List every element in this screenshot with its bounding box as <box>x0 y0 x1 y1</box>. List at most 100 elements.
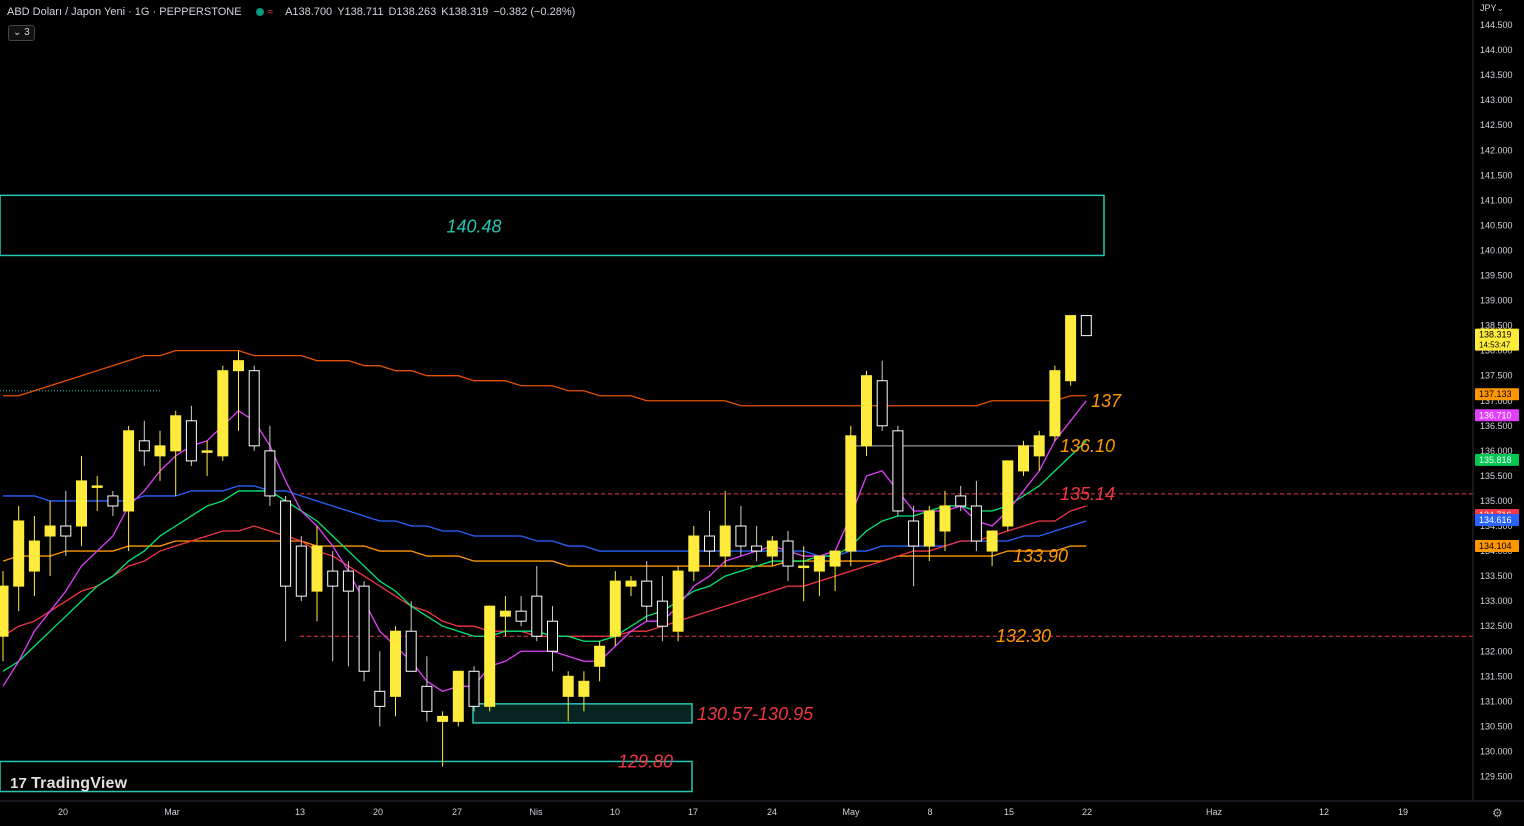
candle-body <box>421 685 433 712</box>
price-label-text: 137.133 <box>1479 389 1512 399</box>
time-tick-label: 12 <box>1319 807 1329 817</box>
candle-body <box>939 505 951 532</box>
price-chart[interactable]: 140.48 137 136.10 135.14 133.90 132.30 130.57-… <box>0 0 1524 826</box>
chart-annotation: 140.48 <box>446 216 501 236</box>
low-value: D138.263 <box>388 6 437 18</box>
price-axis-label: 138.31914:53:47 <box>1475 328 1519 351</box>
candle-body <box>1033 435 1045 457</box>
support-resistance-zone <box>0 194 1105 257</box>
price-tick-label: 139.000 <box>1480 296 1513 306</box>
price-label-text: 136.710 <box>1479 410 1512 420</box>
time-tick-label: 8 <box>927 807 932 817</box>
time-tick-label: 19 <box>1398 807 1408 817</box>
candle-body <box>515 610 527 622</box>
candle-body <box>327 570 339 587</box>
price-label-text: 134.616 <box>1479 515 1512 525</box>
tradingview-mark-icon: 17 <box>10 775 28 792</box>
candle-body <box>13 520 25 587</box>
time-tick-label: May <box>842 807 860 817</box>
price-tick-label: 137.500 <box>1480 371 1513 381</box>
candle <box>484 605 496 712</box>
price-tick-label: 130.500 <box>1480 721 1513 731</box>
symbol-header: ABD Doları / Japon Yeni · 1G · PEPPERSTO… <box>7 6 575 18</box>
candle-body <box>374 690 386 707</box>
logo-text: TradingView <box>31 775 128 792</box>
candle-body <box>28 540 40 572</box>
price-tick-label: 142.000 <box>1480 145 1513 155</box>
price-tick-label: 140.000 <box>1480 245 1513 255</box>
price-axis-label: 134.616 <box>1475 513 1519 526</box>
price-tick-label: 132.500 <box>1480 621 1513 631</box>
candle <box>892 425 904 516</box>
price-tick-label: 132.000 <box>1480 646 1513 656</box>
chart-annotation: 132.30 <box>996 626 1051 646</box>
candle-body <box>609 580 621 637</box>
time-tick-label: 24 <box>767 807 777 817</box>
chart-annotation: 136.10 <box>1060 436 1115 456</box>
candle <box>452 670 464 727</box>
candle-body <box>1002 460 1014 527</box>
price-label-countdown: 14:53:47 <box>1479 341 1511 350</box>
candle-body <box>1049 370 1061 437</box>
time-tick-label: 13 <box>295 807 305 817</box>
candle-body <box>468 670 480 707</box>
candle <box>609 571 621 647</box>
candle-body <box>562 675 574 697</box>
time-tick-label: 27 <box>452 807 462 817</box>
candle <box>248 365 260 451</box>
candle-body <box>499 610 511 617</box>
candle-body <box>704 535 715 552</box>
candle-body <box>138 440 150 452</box>
candle-body <box>672 570 684 632</box>
settings-gear-icon[interactable]: ⚙ <box>1492 806 1503 820</box>
time-tick-label: 20 <box>373 807 383 817</box>
candle-body <box>358 585 370 672</box>
candle-body <box>1065 315 1077 382</box>
candle-body <box>201 450 213 453</box>
candle-body <box>44 525 56 537</box>
price-tick-label: 135.500 <box>1480 471 1513 481</box>
price-axis-label: 136.710 <box>1475 409 1519 422</box>
candle-body <box>719 525 731 557</box>
price-tick-label: 144.500 <box>1480 20 1513 30</box>
currency-button[interactable]: JPY⌄ <box>1480 3 1504 14</box>
candle-body <box>656 600 668 627</box>
candle-body <box>547 620 558 652</box>
price-label-text: 134.104 <box>1479 541 1512 551</box>
candle-body <box>782 540 794 567</box>
symbol-title[interactable]: ABD Doları / Japon Yeni · 1G · PEPPERSTO… <box>7 6 242 18</box>
candle-body <box>735 525 747 547</box>
candle-body <box>311 545 323 592</box>
candle-body <box>908 520 920 547</box>
candle-body <box>484 605 496 707</box>
time-tick-label: Mar <box>164 807 180 817</box>
price-tick-label: 129.500 <box>1480 772 1513 782</box>
candle <box>1049 365 1061 441</box>
market-status-dot <box>255 8 264 16</box>
tradingview-logo[interactable]: 17 TradingView <box>10 775 127 793</box>
candle <box>468 666 480 712</box>
high-value: Y138.711 <box>337 6 384 18</box>
time-tick-label: Nis <box>530 807 543 817</box>
price-tick-label: 141.000 <box>1480 195 1513 205</box>
price-tick-label: 135.000 <box>1480 496 1513 506</box>
time-tick-label: 22 <box>1082 807 1092 817</box>
candle-body <box>625 580 637 587</box>
candle <box>1080 315 1092 337</box>
wave-icon: ≈ <box>267 6 274 18</box>
price-tick-label: 140.500 <box>1480 220 1513 230</box>
close-value: K138.319 <box>441 6 489 18</box>
candle <box>1065 315 1077 386</box>
candle-body <box>688 535 700 572</box>
indicator-toggle-button[interactable]: ⌄ 3 <box>8 25 35 41</box>
price-tick-label: 143.000 <box>1480 95 1513 105</box>
candle-body <box>295 545 307 597</box>
price-axis-label: 135.818 <box>1475 453 1519 466</box>
candle-body <box>892 430 904 512</box>
price-tick-label: 130.000 <box>1480 746 1513 756</box>
candle <box>358 581 370 682</box>
candle <box>861 370 872 456</box>
candle-body <box>170 415 182 452</box>
price-tick-label: 142.500 <box>1480 120 1513 130</box>
open-value: A138.700 <box>285 6 333 18</box>
